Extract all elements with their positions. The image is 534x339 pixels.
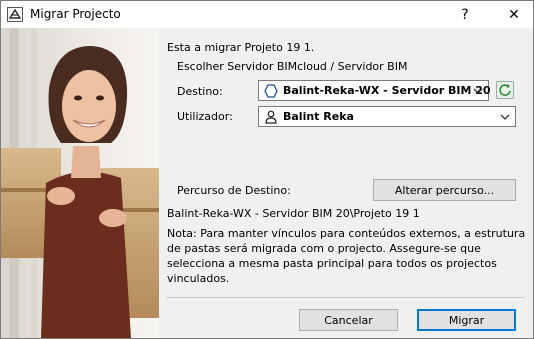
destination-select[interactable]: Balint-Reka-WX - Servidor BIM 20 [258, 80, 491, 101]
help-icon: ? [461, 6, 469, 23]
window-title: Migrar Projecto [30, 7, 121, 21]
server-choice-label: Escolher Servidor BIMcloud / Servidor BI… [177, 60, 408, 73]
refresh-button[interactable] [496, 81, 514, 99]
chevron-down-icon [500, 114, 510, 120]
app-icon [7, 7, 23, 22]
cancel-button[interactable]: Cancelar [299, 309, 398, 331]
user-select[interactable]: Balint Reka [258, 106, 516, 127]
close-icon: ✕ [508, 6, 520, 23]
user-label: Utilizador: [177, 110, 233, 123]
footer-separator [166, 297, 525, 298]
chevron-down-icon [473, 88, 483, 94]
user-icon [265, 110, 277, 124]
illustration-photo [1, 28, 159, 338]
close-button[interactable]: ✕ [496, 1, 532, 28]
migrate-button[interactable]: Migrar [417, 309, 516, 331]
migration-heading: Esta a migrar Projeto 19 1. [167, 41, 315, 54]
migration-note: Nota: Para manter vínculos para conteúdo… [167, 227, 526, 285]
refresh-icon [499, 84, 511, 96]
migrate-project-dialog: Migrar Projecto ? ✕ Esta a migrar Projet… [0, 0, 534, 339]
server-hexagon-icon [264, 84, 278, 98]
destination-value: Balint-Reka-WX - Servidor BIM 20 [283, 84, 491, 97]
change-path-button[interactable]: Alterar percurso... [373, 179, 516, 201]
user-value: Balint Reka [283, 110, 354, 123]
help-button[interactable]: ? [447, 1, 483, 28]
target-path-label: Percurso de Destino: [177, 184, 291, 197]
target-path-value: Balint-Reka-WX - Servidor BIM 20\Projeto… [167, 207, 420, 220]
destination-label: Destino: [177, 85, 223, 98]
title-bar[interactable]: Migrar Projecto ? ✕ [1, 1, 533, 28]
